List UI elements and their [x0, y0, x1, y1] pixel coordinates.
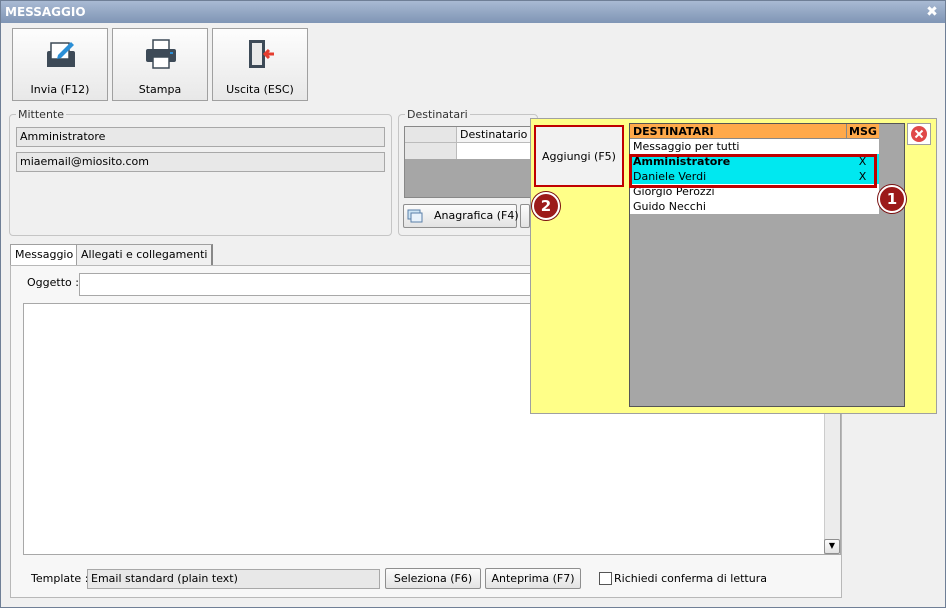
- step-badge-2: 2: [532, 192, 560, 220]
- preview-button[interactable]: Anteprima (F7): [485, 568, 581, 589]
- close-circle-icon: [911, 126, 927, 142]
- address-book-icon: [407, 209, 423, 223]
- selection-highlight-box: [629, 154, 877, 188]
- template-field: Email standard (plain text): [87, 569, 380, 589]
- tab-messaggio[interactable]: Messaggio: [10, 244, 79, 266]
- subject-label: Oggetto :: [27, 276, 79, 289]
- print-button-label: Stampa: [138, 83, 182, 96]
- list-item-name: Messaggio per tutti: [633, 140, 740, 153]
- select-template-button[interactable]: Seleziona (F6): [385, 568, 481, 589]
- exit-button[interactable]: Uscita (ESC): [212, 28, 308, 101]
- printer-icon: [146, 39, 176, 69]
- scroll-down-icon[interactable]: ▼: [824, 539, 840, 554]
- list-item-name: Guido Necchi: [633, 200, 706, 213]
- list-item[interactable]: Messaggio per tutti: [630, 139, 879, 154]
- mittente-legend: Mittente: [18, 108, 64, 121]
- send-button-label: Invia (F12): [30, 83, 90, 96]
- list-header: DESTINATARI MSG: [630, 124, 879, 139]
- grid-corner: [405, 127, 457, 143]
- grid-row-header: [405, 143, 457, 159]
- tab-allegati[interactable]: Allegati e collegamenti: [76, 244, 214, 265]
- message-window: MESSAGGIO ✖ Invia (F12) Stampa Uscita (E…: [0, 0, 946, 608]
- window-title: MESSAGGIO: [5, 5, 86, 19]
- exit-button-label: Uscita (ESC): [226, 83, 294, 96]
- send-icon: [47, 42, 75, 67]
- exit-door-icon: [249, 40, 274, 68]
- anagrafica-button[interactable]: Anagrafica (F4): [403, 204, 519, 228]
- grid-cell[interactable]: [457, 143, 533, 159]
- template-label: Template :: [31, 572, 89, 585]
- recipients-grid: Destinatario: [404, 126, 533, 198]
- anagrafica-label: Anagrafica (F4): [434, 209, 519, 222]
- add-recipients-button[interactable]: Aggiungi (F5): [534, 125, 624, 187]
- destinatari-extra-button[interactable]: [520, 204, 530, 228]
- step-badge-1: 1: [878, 185, 906, 213]
- sender-email-field: miaemail@miosito.com: [16, 152, 385, 172]
- print-button[interactable]: Stampa: [112, 28, 208, 101]
- list-header-name: DESTINATARI: [633, 125, 714, 138]
- read-receipt-label: Richiedi conferma di lettura: [614, 572, 767, 585]
- sender-name-field: Amministratore: [16, 127, 385, 147]
- read-receipt-checkbox[interactable]: [599, 572, 612, 585]
- title-bar: MESSAGGIO ✖: [1, 1, 945, 23]
- send-button[interactable]: Invia (F12): [12, 28, 108, 101]
- grid-column-header: Destinatario: [457, 127, 533, 143]
- list-item[interactable]: Guido Necchi: [630, 199, 879, 214]
- destinatari-legend: Destinatari: [407, 108, 468, 121]
- close-icon[interactable]: ✖: [925, 1, 939, 23]
- popup-close-button[interactable]: [907, 123, 931, 145]
- list-header-msg: MSG: [846, 124, 879, 139]
